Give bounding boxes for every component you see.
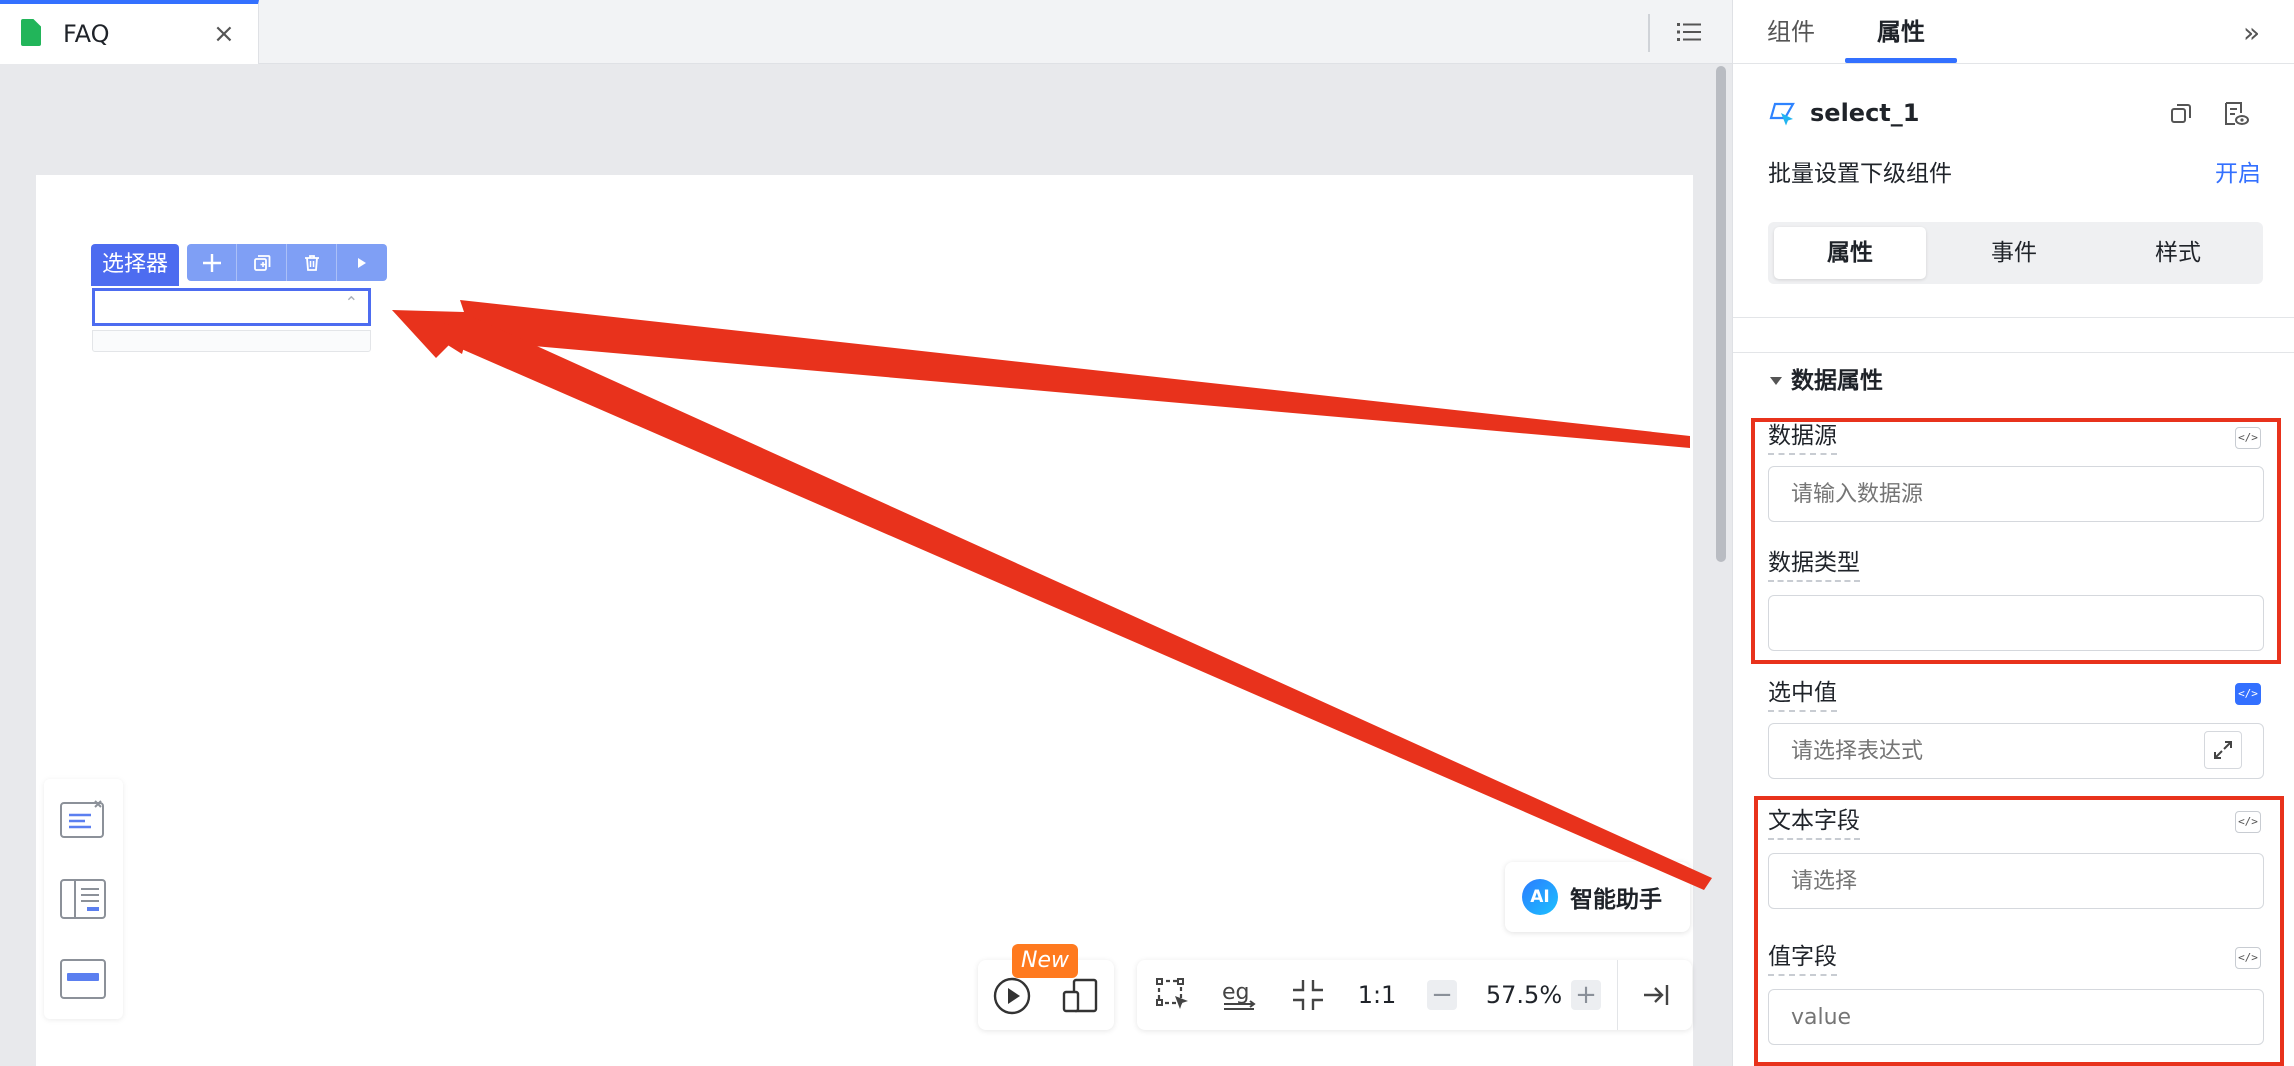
sidebar-layout-tool-button[interactable]: [58, 874, 108, 924]
tab-components[interactable]: 组件: [1767, 14, 1815, 50]
datatype-select[interactable]: [1768, 595, 2264, 651]
section-title-data-props[interactable]: 数据属性: [1791, 364, 1883, 398]
text-field-label: 文本字段: [1768, 804, 1860, 840]
ai-assistant-button[interactable]: AI 智能助手: [1505, 862, 1690, 932]
collapse-panel-button[interactable]: [1633, 960, 1679, 1030]
sidebar-layout-icon: [60, 879, 106, 919]
box-select-button[interactable]: [1150, 960, 1196, 1030]
plus-icon: [202, 253, 221, 272]
form-clear-icon: [60, 800, 104, 838]
expand-arrows-icon: [2214, 741, 2232, 759]
editor-tab-bar: FAQ ×: [0, 0, 1732, 64]
component-name: select_1: [1810, 99, 1920, 127]
card-layout-icon: [60, 959, 106, 999]
outline-list-icon[interactable]: [1676, 19, 1702, 45]
datasource-input[interactable]: [1768, 466, 2264, 522]
reg-icon: eg: [1222, 980, 1256, 1010]
text-field-select[interactable]: [1768, 853, 2264, 909]
reg-mode-button[interactable]: eg: [1217, 960, 1263, 1030]
collapse-arrows-icon: [1293, 980, 1323, 1010]
svg-text:eg: eg: [1222, 980, 1250, 1005]
play-preview-icon[interactable]: [992, 976, 1032, 1016]
document-preview-icon[interactable]: [2221, 100, 2249, 128]
expand-expression-button[interactable]: [2204, 731, 2242, 769]
zoom-divider: [1617, 960, 1618, 1030]
zoom-level: 57.5%: [1485, 981, 1563, 1009]
left-tool-panel: [44, 779, 123, 1019]
file-tab-faq[interactable]: FAQ ×: [0, 0, 259, 64]
add-component-button[interactable]: [187, 244, 237, 281]
code-toggle-icon[interactable]: </>: [2235, 427, 2261, 449]
value-field-label: 值字段: [1768, 940, 1837, 976]
segment-styles[interactable]: 样式: [2102, 227, 2254, 279]
new-badge: New: [1012, 944, 1078, 978]
section-divider: [1733, 317, 2294, 318]
page-file-icon: [21, 19, 41, 46]
datatype-label: 数据类型: [1768, 546, 1860, 582]
property-segmented-control: 属性 事件 样式: [1768, 222, 2263, 284]
datasource-label: 数据源: [1768, 419, 1837, 455]
batch-setting-label: 批量设置下级组件: [1768, 161, 1952, 187]
selected-value-input[interactable]: [1768, 723, 2264, 779]
caret-down-icon[interactable]: [1770, 377, 1782, 385]
select-dropdown-preview: [92, 330, 371, 352]
arrow-to-right-icon: [1644, 985, 1669, 1005]
selected-component-label: 选择器: [91, 244, 179, 286]
fit-screen-button[interactable]: [1285, 960, 1331, 1030]
form-layout-tool-button[interactable]: [58, 795, 108, 845]
scrollbar-thumb[interactable]: [1716, 66, 1726, 562]
segment-events[interactable]: 事件: [1938, 227, 2090, 279]
zoom-in-button[interactable]: +: [1571, 980, 1601, 1010]
section-divider: [1733, 352, 2294, 353]
device-preview-icon[interactable]: [1060, 976, 1100, 1016]
select-parent-button[interactable]: [337, 244, 387, 281]
tab-divider: [1648, 14, 1650, 52]
code-toggle-icon[interactable]: </>: [2235, 683, 2261, 705]
delete-component-button[interactable]: [287, 244, 337, 281]
play-right-icon: [358, 257, 366, 268]
chevron-up-icon: ⌃: [344, 293, 358, 312]
copy-icon[interactable]: [2167, 100, 2195, 128]
duplicate-component-button[interactable]: [237, 244, 287, 281]
tab-close-icon[interactable]: ×: [213, 17, 235, 51]
value-field-input[interactable]: [1768, 989, 2264, 1045]
batch-setting-toggle[interactable]: 开启: [2215, 157, 2261, 191]
code-toggle-icon[interactable]: </>: [2235, 811, 2261, 833]
zoom-toolbar: eg 1:1 − 57.5% +: [1137, 960, 1692, 1030]
selected-value-label: 选中值: [1768, 676, 1837, 712]
card-layout-tool-button[interactable]: [58, 954, 108, 1004]
ai-logo-icon: AI: [1522, 879, 1558, 915]
ai-assistant-label: 智能助手: [1570, 887, 1662, 913]
select-component-preview[interactable]: ⌃: [92, 288, 371, 326]
zoom-out-button[interactable]: −: [1427, 980, 1457, 1010]
canvas-scrollbar[interactable]: [1714, 64, 1728, 1066]
component-toolbar: [187, 244, 387, 281]
trash-icon: [304, 254, 319, 271]
property-panel: 组件 属性 » select_1 批量设置下级组件 开启 属性 事件 样式 数据…: [1732, 0, 2294, 1066]
tab-divider-line: [1733, 63, 2294, 64]
tab-properties[interactable]: 属性: [1877, 14, 1925, 50]
box-select-icon: [1156, 978, 1188, 1009]
segment-properties[interactable]: 属性: [1774, 227, 1926, 279]
copy-icon: [253, 254, 270, 271]
collapse-panel-icon[interactable]: »: [2243, 16, 2260, 49]
actual-size-button[interactable]: 1:1: [1349, 960, 1405, 1030]
select-component-icon: [1769, 102, 1795, 126]
file-tab-title: FAQ: [63, 20, 110, 48]
code-toggle-icon[interactable]: </>: [2235, 947, 2261, 969]
